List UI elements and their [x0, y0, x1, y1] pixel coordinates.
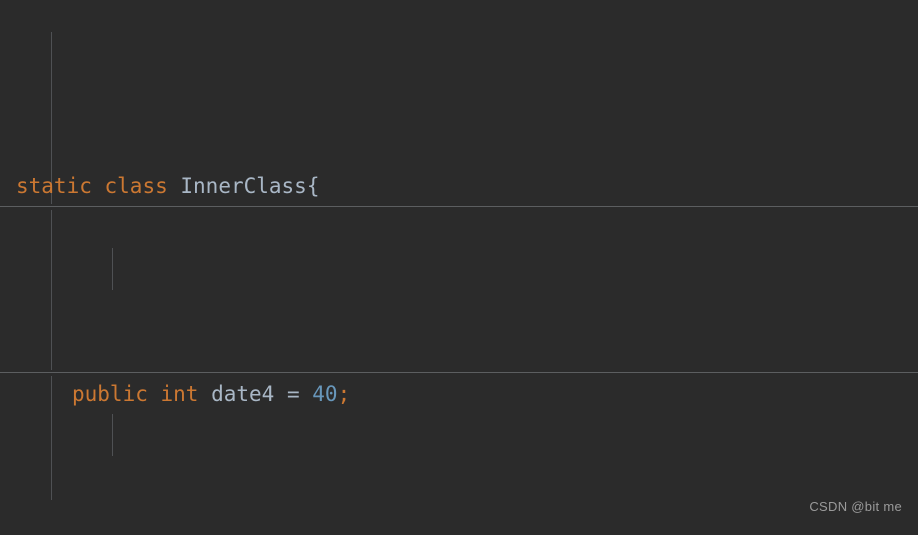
method-separator [0, 206, 918, 207]
code-editor-viewport[interactable]: static class InnerClass{ public int date… [0, 0, 918, 535]
token-brace: { [306, 174, 320, 198]
token-class-name: InnerClass [180, 174, 307, 198]
code-line[interactable]: static class InnerClass{ [0, 166, 918, 208]
indent-guide-level-1 [51, 210, 52, 370]
indent-guide-level-2 [112, 248, 113, 290]
indent-guide-level-2 [112, 414, 113, 456]
watermark: CSDN @bit me [809, 498, 902, 514]
token-keyword: class [104, 174, 168, 198]
token-number: 40 [312, 381, 338, 406]
token-field-name: date4 [211, 381, 275, 406]
token-keyword: int [160, 381, 199, 406]
code-surface[interactable]: static class InnerClass{ public int date… [0, 0, 918, 535]
token-semicolon: ; [337, 381, 351, 406]
token-keyword: public [72, 381, 148, 406]
code-line[interactable]: public int date4 = 40; [0, 374, 918, 416]
method-separator [0, 372, 918, 373]
token-keyword: static [16, 174, 92, 198]
token-operator: = [274, 381, 313, 406]
